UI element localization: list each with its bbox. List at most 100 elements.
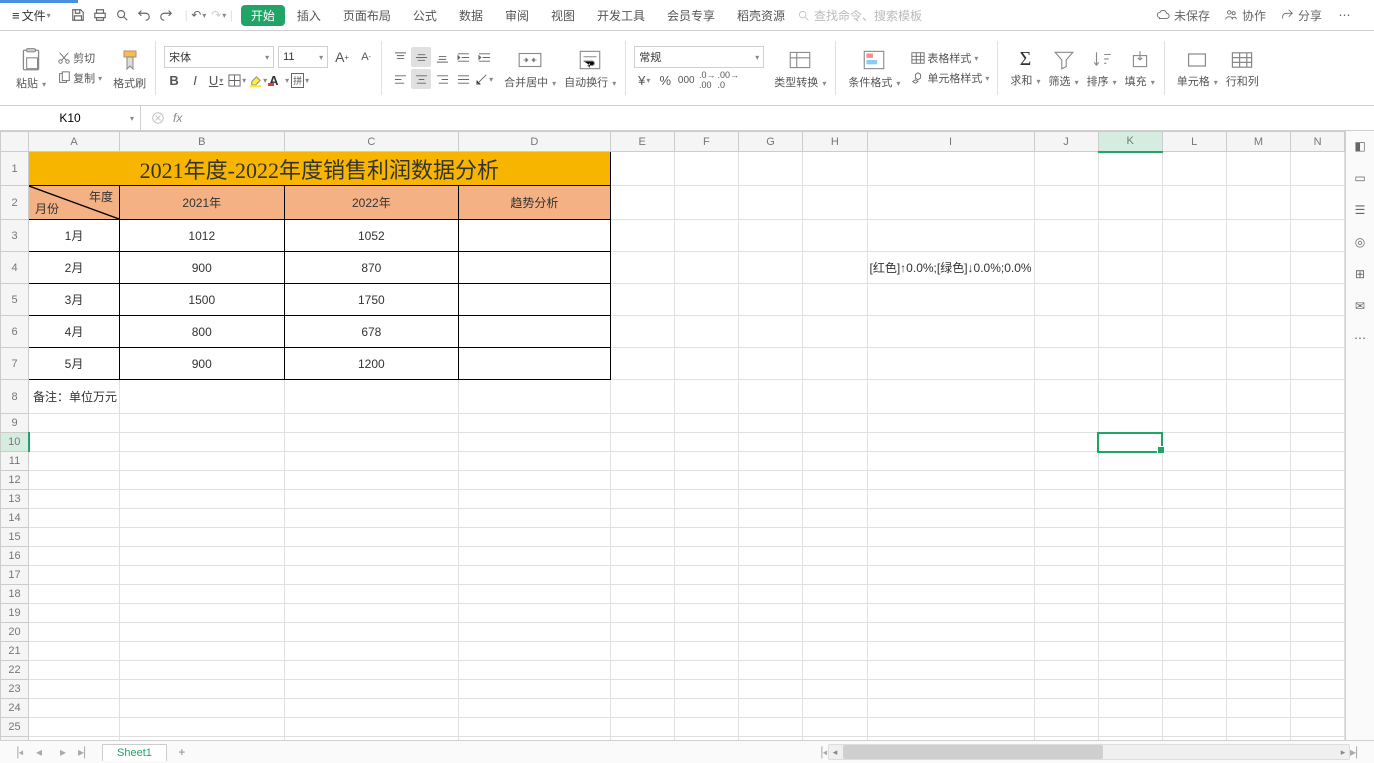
cell-H19[interactable]: [803, 604, 867, 623]
cell-F1[interactable]: [674, 152, 738, 186]
col-header-K[interactable]: K: [1098, 132, 1162, 152]
row-header-13[interactable]: 13: [1, 490, 29, 509]
cell-C14[interactable]: [284, 509, 459, 528]
redo-icon[interactable]: [157, 6, 175, 24]
cell-J26[interactable]: [1034, 737, 1098, 741]
cell-N21[interactable]: [1291, 642, 1345, 661]
cell-H10[interactable]: [803, 433, 867, 452]
cell-I18[interactable]: [867, 585, 1034, 604]
cell-K15[interactable]: [1098, 528, 1162, 547]
cell-L2[interactable]: [1162, 186, 1226, 220]
cell-I24[interactable]: [867, 699, 1034, 718]
cell-J20[interactable]: [1034, 623, 1098, 642]
cell-A13[interactable]: [29, 490, 120, 509]
cell-I16[interactable]: [867, 547, 1034, 566]
cell-I22[interactable]: [867, 661, 1034, 680]
cell-L10[interactable]: [1162, 433, 1226, 452]
cell-M14[interactable]: [1226, 509, 1290, 528]
col-header-N[interactable]: N: [1291, 132, 1345, 152]
cellstyle-button[interactable]: 单元格样式 ▾: [908, 69, 992, 87]
sheet-tab-1[interactable]: Sheet1: [102, 744, 167, 761]
cell-E6[interactable]: [610, 316, 674, 348]
percent-icon[interactable]: %: [655, 70, 675, 90]
fontsize-combo[interactable]: 11▾: [278, 46, 328, 68]
grow-font-icon[interactable]: A+: [332, 47, 352, 67]
cell-L8[interactable]: [1162, 380, 1226, 414]
cell-I23[interactable]: [867, 680, 1034, 699]
cell-K4[interactable]: [1098, 252, 1162, 284]
cell-N17[interactable]: [1291, 566, 1345, 585]
row-header-2[interactable]: 2: [1, 186, 29, 220]
cell-B19[interactable]: [120, 604, 285, 623]
cell-D4[interactable]: [459, 252, 610, 284]
cell-H24[interactable]: [803, 699, 867, 718]
justify-icon[interactable]: [453, 69, 473, 89]
cell-K7[interactable]: [1098, 348, 1162, 380]
cell-N23[interactable]: [1291, 680, 1345, 699]
cell-B2[interactable]: 2021年: [120, 186, 285, 220]
unsaved-button[interactable]: 未保存: [1156, 7, 1210, 24]
cell-F25[interactable]: [674, 718, 738, 737]
cell-K1[interactable]: [1098, 152, 1162, 186]
cell-B23[interactable]: [120, 680, 285, 699]
cell-J12[interactable]: [1034, 471, 1098, 490]
redo2-icon[interactable]: ↷▾: [210, 6, 228, 24]
cell-B13[interactable]: [120, 490, 285, 509]
tab-开发工具[interactable]: 开发工具: [587, 3, 655, 28]
sidepanel-icon-5[interactable]: ✉: [1351, 297, 1369, 315]
cell-A14[interactable]: [29, 509, 120, 528]
cell-K3[interactable]: [1098, 220, 1162, 252]
cell-N12[interactable]: [1291, 471, 1345, 490]
cell-B11[interactable]: [120, 452, 285, 471]
cell-E19[interactable]: [610, 604, 674, 623]
cell-F11[interactable]: [674, 452, 738, 471]
col-header-F[interactable]: F: [674, 132, 738, 152]
cell-N9[interactable]: [1291, 414, 1345, 433]
cell-A15[interactable]: [29, 528, 120, 547]
cell-G24[interactable]: [738, 699, 802, 718]
cell-H21[interactable]: [803, 642, 867, 661]
row-header-25[interactable]: 25: [1, 718, 29, 737]
cell-B6[interactable]: 800: [120, 316, 285, 348]
cell-G12[interactable]: [738, 471, 802, 490]
cell-L17[interactable]: [1162, 566, 1226, 585]
cell-K9[interactable]: [1098, 414, 1162, 433]
tab-插入[interactable]: 插入: [287, 3, 331, 28]
cell-C21[interactable]: [284, 642, 459, 661]
cell-I7[interactable]: [867, 348, 1034, 380]
cell-L6[interactable]: [1162, 316, 1226, 348]
align-right-icon[interactable]: [432, 69, 452, 89]
cell-B26[interactable]: [120, 737, 285, 741]
cell-D11[interactable]: [459, 452, 610, 471]
cell-E25[interactable]: [610, 718, 674, 737]
cell-B24[interactable]: [120, 699, 285, 718]
cell-C15[interactable]: [284, 528, 459, 547]
tab-稻壳资源[interactable]: 稻壳资源: [727, 3, 795, 28]
cell-I3[interactable]: [867, 220, 1034, 252]
cell-N19[interactable]: [1291, 604, 1345, 623]
tablestyle-button[interactable]: 表格样式 ▾: [908, 49, 992, 67]
cell-G17[interactable]: [738, 566, 802, 585]
cell-G14[interactable]: [738, 509, 802, 528]
tab-页面布局[interactable]: 页面布局: [333, 3, 401, 28]
cell-C11[interactable]: [284, 452, 459, 471]
cell-N13[interactable]: [1291, 490, 1345, 509]
indentinc-icon[interactable]: [474, 47, 494, 67]
cell-M8[interactable]: [1226, 380, 1290, 414]
cell-J15[interactable]: [1034, 528, 1098, 547]
cell-M24[interactable]: [1226, 699, 1290, 718]
cell-J16[interactable]: [1034, 547, 1098, 566]
bold-icon[interactable]: B: [164, 70, 184, 90]
cell-C25[interactable]: [284, 718, 459, 737]
cell-A20[interactable]: [29, 623, 120, 642]
cell-G21[interactable]: [738, 642, 802, 661]
horizontal-scrollbar[interactable]: ◂ ▸: [828, 744, 1350, 760]
cell-C5[interactable]: 1750: [284, 284, 459, 316]
row-header-19[interactable]: 19: [1, 604, 29, 623]
cell-E23[interactable]: [610, 680, 674, 699]
print-icon[interactable]: [91, 6, 109, 24]
tab-数据[interactable]: 数据: [449, 3, 493, 28]
cell-J3[interactable]: [1034, 220, 1098, 252]
cell-A26[interactable]: [29, 737, 120, 741]
cell-K17[interactable]: [1098, 566, 1162, 585]
